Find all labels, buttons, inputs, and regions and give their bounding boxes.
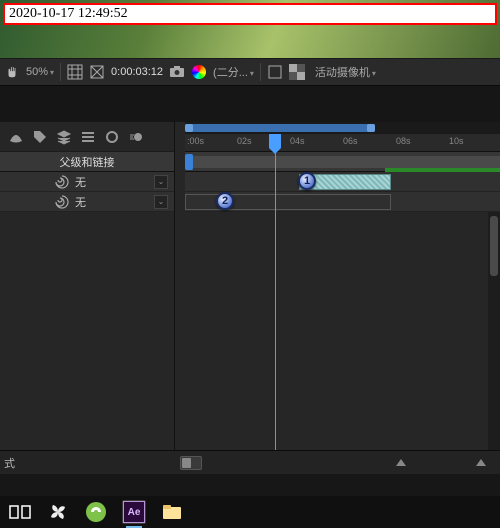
parent-dropdown[interactable]: ⌄ xyxy=(154,175,168,189)
tick: 04s xyxy=(290,136,305,146)
timeline-panel: 父级和链接 无 ⌄ 无 ⌄ :00s 02s 04s 06s 08s 10s xyxy=(0,122,500,450)
grid-icon[interactable] xyxy=(67,64,83,80)
mask-icon[interactable] xyxy=(89,64,105,80)
status-bar: 式 xyxy=(0,450,500,474)
mode-label: 式 xyxy=(4,458,15,470)
time-ruler[interactable]: :00s 02s 04s 06s 08s 10s xyxy=(185,134,500,152)
collapse-up-icon[interactable] xyxy=(396,459,406,466)
parent-link-header: 父级和链接 xyxy=(60,154,115,170)
hand-tool-icon[interactable] xyxy=(4,64,20,80)
channel-icon[interactable] xyxy=(191,64,207,80)
motion-blur-icon[interactable] xyxy=(128,129,144,145)
tick: :00s xyxy=(187,136,204,146)
viewer-toolbar: 50% 0:00:03:12 (二分... 活动摄像机 xyxy=(0,58,500,86)
windows-taskbar: Ae xyxy=(0,496,500,528)
annotation-marker-1: 1 xyxy=(298,172,316,190)
navigator-thumb[interactable] xyxy=(185,124,375,132)
layer-row-2[interactable]: 无 ⌄ xyxy=(0,192,174,212)
collapse-up-icon[interactable] xyxy=(476,459,486,466)
file-explorer-icon[interactable] xyxy=(160,500,184,524)
tick: 10s xyxy=(449,136,464,146)
app-fan-icon[interactable] xyxy=(46,500,70,524)
track-1[interactable] xyxy=(185,172,500,192)
layer-row-1[interactable]: 无 ⌄ xyxy=(0,172,174,192)
zoom-dropdown[interactable]: 50% xyxy=(26,66,54,78)
time-navigator[interactable] xyxy=(185,122,500,134)
bottom-gap xyxy=(0,474,500,496)
playhead-handle[interactable] xyxy=(269,134,281,148)
parent-value: 无 xyxy=(75,174,86,190)
camera-dropdown[interactable]: 活动摄像机 xyxy=(315,64,376,80)
shy-icon[interactable] xyxy=(8,129,24,145)
parent-dropdown[interactable]: ⌄ xyxy=(154,195,168,209)
timeline-area[interactable]: :00s 02s 04s 06s 08s 10s 1 2 xyxy=(175,122,500,450)
tick: 06s xyxy=(343,136,358,146)
tick: 08s xyxy=(396,136,411,146)
app-green-icon[interactable] xyxy=(84,500,108,524)
timestamp-text: 2020-10-17 12:49:52 xyxy=(9,6,128,21)
marker-label: 2 xyxy=(222,195,228,207)
marker-label: 1 xyxy=(304,175,310,187)
tag-icon[interactable] xyxy=(32,129,48,145)
snapshot-icon[interactable] xyxy=(169,64,185,80)
toggle-switches[interactable] xyxy=(180,456,202,470)
scrollbar-thumb[interactable] xyxy=(490,216,498,276)
region-icon[interactable] xyxy=(267,64,283,80)
current-time[interactable]: 0:00:03:12 xyxy=(111,66,163,78)
annotation-marker-2: 2 xyxy=(216,192,234,210)
layer-panel: 父级和链接 无 ⌄ 无 ⌄ xyxy=(0,122,175,450)
parent-value: 无 xyxy=(75,194,86,210)
ae-label: Ae xyxy=(128,507,141,518)
transparency-grid-icon[interactable] xyxy=(289,64,305,80)
pickwhip-icon[interactable] xyxy=(55,195,69,209)
task-view-icon[interactable] xyxy=(8,500,32,524)
stack-icon[interactable] xyxy=(80,129,96,145)
column-header: 父级和链接 xyxy=(0,152,174,172)
vertical-scrollbar[interactable] xyxy=(488,212,500,450)
timestamp-overlay: 2020-10-17 12:49:52 xyxy=(3,3,497,25)
pickwhip-icon[interactable] xyxy=(55,175,69,189)
panel-icon-row xyxy=(0,122,174,152)
layers-icon[interactable] xyxy=(56,129,72,145)
playhead[interactable] xyxy=(275,134,276,450)
work-area-start-handle[interactable] xyxy=(185,154,193,170)
after-effects-icon[interactable]: Ae xyxy=(122,500,146,524)
resolution-dropdown[interactable]: (二分... xyxy=(213,64,254,80)
panel-divider xyxy=(0,86,500,122)
tick: 02s xyxy=(237,136,252,146)
fx-icon[interactable] xyxy=(104,129,120,145)
